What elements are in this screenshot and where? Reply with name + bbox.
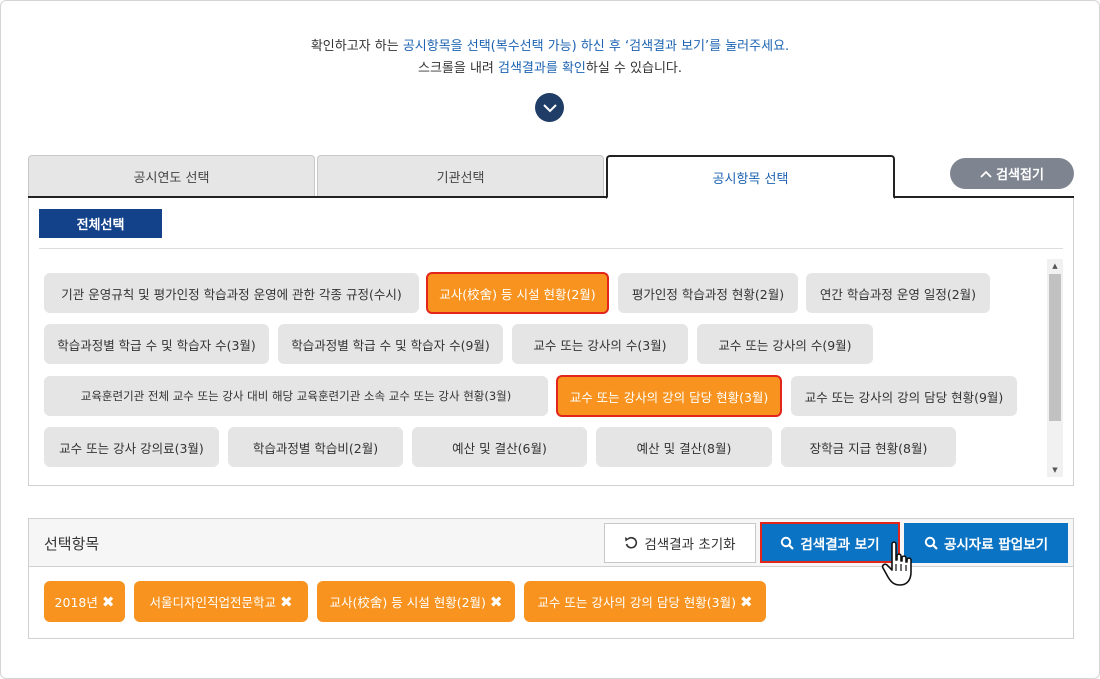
item-chip-label: 예산 및 결산(6월) xyxy=(452,440,547,456)
item-chip-label: 교수 또는 강사의 강의 담당 현황(9월) xyxy=(804,389,1004,405)
item-chip-selected[interactable]: 교수 또는 강사의 강의 담당 현황(3월) xyxy=(556,375,782,417)
item-chip-label: 예산 및 결산(8월) xyxy=(636,440,732,456)
tab-year[interactable]: 공시연도 선택 xyxy=(28,155,315,197)
close-icon[interactable]: ✖ xyxy=(102,593,115,611)
view-results-label: 검색결과 보기 xyxy=(800,536,880,553)
search-icon xyxy=(781,536,795,550)
tab-institution-label: 기관선택 xyxy=(436,171,485,186)
item-chip-label: 기관 운영규칙 및 평가인정 학습과정 운영에 관한 각종 규정(수시) xyxy=(61,286,402,302)
item-chip-label: 교수 또는 강사의 강의 담당 현황(3월) xyxy=(569,389,769,405)
item-chip-label: 평가인정 학습과정 현황(2월) xyxy=(631,286,785,302)
selected-tag-label: 교사(校舍) 등 시설 현황(2월) xyxy=(329,595,486,610)
item-chip[interactable]: 기관 운영규칙 및 평가인정 학습과정 운영에 관한 각종 규정(수시) xyxy=(44,273,419,313)
selected-tag-label: 서울디자인직업전문학교 xyxy=(149,595,276,610)
reset-icon xyxy=(625,536,638,549)
intro-line1-highlight: 공시항목을 선택(복수선택 가능) 하신 후 ‘검색결과 보기’를 눌러주세요. xyxy=(402,39,790,54)
item-chip[interactable]: 예산 및 결산(8월) xyxy=(596,427,772,467)
item-chip[interactable]: 교수 또는 강사의 수(3월) xyxy=(512,324,688,364)
select-all-button[interactable]: 전체선택 xyxy=(39,209,162,238)
scroll-down-button[interactable] xyxy=(535,93,564,122)
chevron-down-icon xyxy=(542,103,557,112)
item-chip-label: 교수 또는 강사 강의료(3월) xyxy=(59,440,204,456)
reset-results-label: 검색결과 초기화 xyxy=(644,537,736,553)
item-chip[interactable]: 학습과정별 학급 수 및 학습자 수(3월) xyxy=(44,324,269,364)
search-icon xyxy=(924,536,938,550)
item-chip[interactable]: 연간 학습과정 운영 일정(2월) xyxy=(806,273,990,313)
intro-line2-prefix: 스크롤을 내려 xyxy=(417,61,499,76)
item-chip-label: 학습과정별 학급 수 및 학습자 수(3월) xyxy=(57,337,256,353)
item-chip[interactable]: 교수 또는 강사 강의료(3월) xyxy=(44,427,219,467)
item-chip[interactable]: 교수 또는 강사의 수(9월) xyxy=(697,324,873,364)
item-chip[interactable]: 평가인정 학습과정 현황(2월) xyxy=(618,273,798,313)
reset-results-button[interactable]: 검색결과 초기화 xyxy=(604,523,756,563)
selected-tag[interactable]: 교사(校舍) 등 시설 현황(2월) ✖ xyxy=(317,581,515,622)
intro-line1-prefix: 확인하고자 하는 xyxy=(310,39,403,54)
selected-tag[interactable]: 교수 또는 강사의 강의 담당 현황(3월) ✖ xyxy=(524,581,766,622)
collapse-label: 검색접기 xyxy=(996,168,1044,183)
chevron-up-icon xyxy=(980,170,992,178)
tab-year-label: 공시연도 선택 xyxy=(133,171,210,186)
selected-tag[interactable]: 서울디자인직업전문학교 ✖ xyxy=(134,581,308,622)
item-chip-label: 학습과정별 학습비(2월) xyxy=(252,440,379,456)
divider xyxy=(39,248,1063,249)
item-chip[interactable]: 학습과정별 학급 수 및 학습자 수(9월) xyxy=(278,324,503,364)
popup-view-label: 공시자료 팝업보기 xyxy=(943,537,1049,553)
tab-items[interactable]: 공시항목 선택 xyxy=(606,155,895,199)
items-scrollbar[interactable]: ▲ ▼ xyxy=(1047,259,1063,477)
item-chip-label: 학습과정별 학급 수 및 학습자 수(9월) xyxy=(291,337,490,353)
intro-text: 확인하고자 하는 공시항목을 선택(복수선택 가능) 하신 후 ‘검색결과 보기… xyxy=(0,36,1100,80)
select-all-label: 전체선택 xyxy=(76,218,125,233)
tab-bar: 공시연도 선택 기관선택 공시항목 선택 xyxy=(28,155,1074,199)
hand-cursor-icon xyxy=(881,541,912,586)
selected-tag[interactable]: 2018년 ✖ xyxy=(44,581,125,622)
item-chip-label: 장학금 지급 현황(8월) xyxy=(809,440,928,456)
tab-institution[interactable]: 기관선택 xyxy=(317,155,604,197)
item-chip[interactable]: 교수 또는 강사의 강의 담당 현황(9월) xyxy=(791,376,1017,416)
close-icon[interactable]: ✖ xyxy=(490,593,503,611)
scrollbar-thumb[interactable] xyxy=(1049,274,1061,421)
item-chip-label: 교육훈련기관 전체 교수 또는 강사 대비 해당 교육훈련기관 소속 교수 또는… xyxy=(80,389,512,403)
item-chip[interactable]: 장학금 지급 현황(8월) xyxy=(781,427,956,467)
item-chip-label: 교수 또는 강사의 수(3월) xyxy=(533,337,667,353)
item-chip[interactable]: 학습과정별 학습비(2월) xyxy=(228,427,403,467)
intro-line2-suffix: 하실 수 있습니다. xyxy=(585,61,682,76)
scroll-up-arrow-icon[interactable]: ▲ xyxy=(1047,259,1063,273)
selected-tag-label: 2018년 xyxy=(54,595,98,610)
scroll-down-arrow-icon[interactable]: ▼ xyxy=(1047,463,1063,477)
tab-items-label: 공시항목 선택 xyxy=(712,171,789,187)
item-chip-label: 연간 학습과정 운영 일정(2월) xyxy=(819,286,977,302)
popup-view-button[interactable]: 공시자료 팝업보기 xyxy=(904,523,1068,563)
item-chip[interactable]: 예산 및 결산(6월) xyxy=(412,427,587,467)
collapse-search-button[interactable]: 검색접기 xyxy=(950,158,1074,189)
view-results-button[interactable]: 검색결과 보기 xyxy=(760,522,900,563)
selected-items-title: 선택항목 xyxy=(44,535,100,553)
close-icon[interactable]: ✖ xyxy=(280,593,293,611)
item-chip-selected[interactable]: 교사(校舍) 등 시설 현황(2월) xyxy=(426,272,609,314)
selected-tag-label: 교수 또는 강사의 강의 담당 현황(3월) xyxy=(537,595,736,610)
intro-line2-highlight: 검색결과를 확인 xyxy=(498,61,586,76)
close-icon[interactable]: ✖ xyxy=(740,593,753,611)
item-chip-label: 교수 또는 강사의 수(9월) xyxy=(718,337,852,353)
item-chip-label: 교사(校舍) 등 시설 현황(2월) xyxy=(439,286,596,302)
item-chip[interactable]: 교육훈련기관 전체 교수 또는 강사 대비 해당 교육훈련기관 소속 교수 또는… xyxy=(44,376,548,416)
